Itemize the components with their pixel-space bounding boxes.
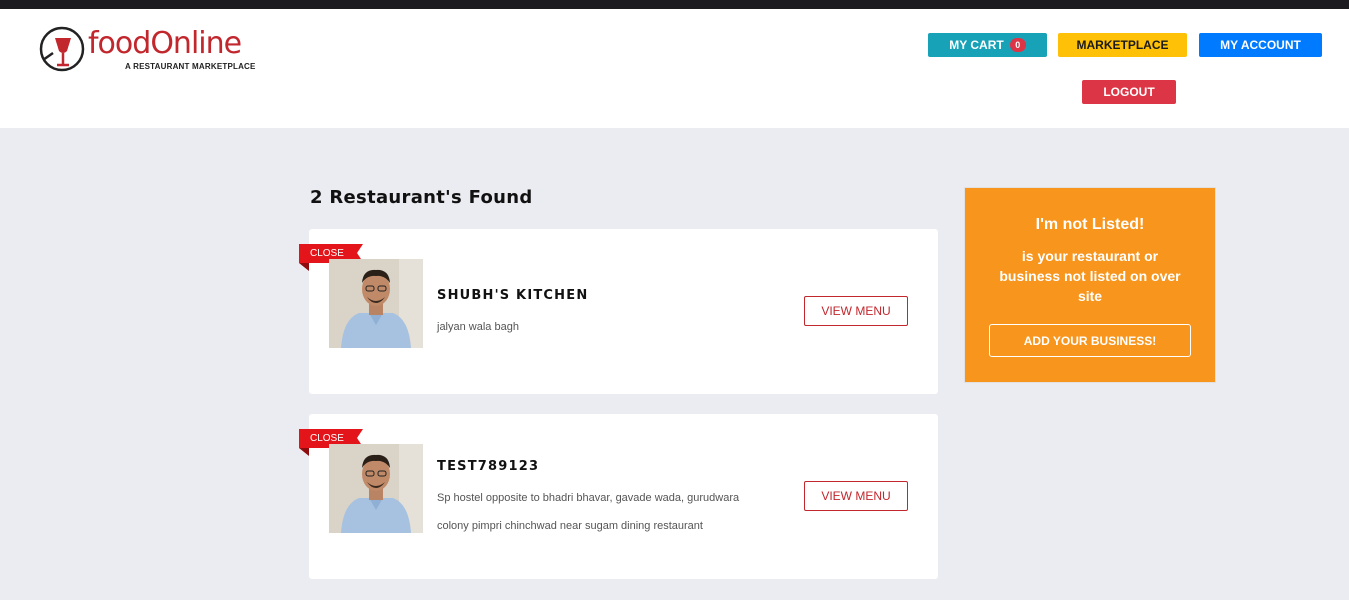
restaurant-address: jalyan wala bagh [437,321,519,333]
restaurant-photo[interactable] [329,444,423,533]
restaurant-address: Sp hostel opposite to bhadri bhavar, gav… [437,492,740,532]
brand-logo[interactable]: foodOnline A RESTAURANT MARKETPLACE [37,24,257,84]
view-menu-button[interactable]: VIEW MENU [804,296,908,326]
view-menu-button[interactable]: VIEW MENU [804,481,908,511]
restaurant-photo[interactable] [329,259,423,348]
wine-glass-logo-icon [39,26,85,72]
my-cart-button[interactable]: MY CART 0 [928,33,1047,57]
restaurant-card: CLOSE TEST789123 Sp hostel opposite to b… [299,414,938,579]
promo-title: I'm not Listed! [1035,216,1145,233]
my-cart-label: MY CART [949,38,1004,52]
person-photo-icon [329,259,423,348]
restaurant-name[interactable]: TEST789123 [437,459,539,474]
logout-button[interactable]: LOGOUT [1082,80,1176,104]
person-photo-icon [329,444,423,533]
top-strip [0,0,1349,9]
brand-tagline: A RESTAURANT MARKETPLACE [125,62,256,71]
cart-count-badge: 0 [1009,38,1026,52]
add-business-button[interactable]: ADD YOUR BUSINESS! [989,324,1191,357]
marketplace-button[interactable]: MARKETPLACE [1058,33,1187,57]
my-account-button[interactable]: MY ACCOUNT [1199,33,1322,57]
promo-text: is your restaurant or business not liste… [999,248,1181,304]
not-listed-promo: I'm not Listed! is your restaurant or bu… [964,187,1216,383]
restaurant-card: CLOSE SHUBH'S KITCHEN jalyan wala bagh V… [299,229,938,394]
restaurant-name[interactable]: SHUBH'S KITCHEN [437,288,588,303]
brand-name: foodOnline [88,26,242,61]
site-header: foodOnline A RESTAURANT MARKETPLACE MY C… [0,9,1349,128]
results-count-title: 2 Restaurant's Found [310,187,533,208]
